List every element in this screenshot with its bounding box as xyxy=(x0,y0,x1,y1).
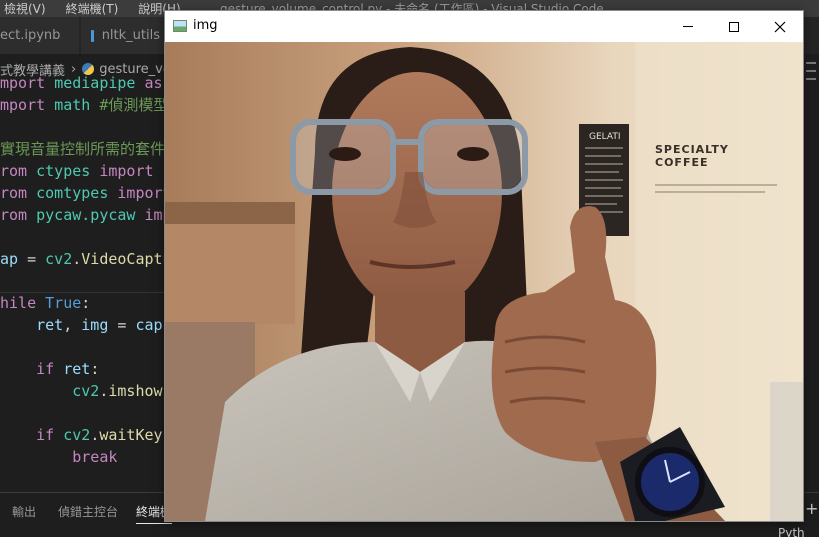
code-token: : xyxy=(90,360,100,378)
code-line[interactable]: if cv2.waitKey(1 xyxy=(0,424,181,446)
code-token: comtypes xyxy=(36,184,118,202)
code-token: rom xyxy=(0,184,37,202)
code-token: img xyxy=(81,316,118,334)
code-token: mport xyxy=(0,74,55,92)
gelati-board-title: GELATI xyxy=(589,132,621,142)
code-token: , xyxy=(63,316,82,334)
menu-item-view[interactable]: 檢視(V) xyxy=(0,0,56,17)
code-line[interactable]: 實現音量控制所需的套件 xyxy=(0,138,165,160)
close-button[interactable] xyxy=(757,11,803,42)
tab-label: nltk_utils xyxy=(101,28,160,43)
editor-divider xyxy=(0,292,170,293)
code-token: break xyxy=(72,448,118,466)
code-token: : xyxy=(81,294,91,312)
tab-ipynb[interactable]: ect.ipynb xyxy=(0,17,80,54)
code-token: math xyxy=(54,96,100,114)
code-token: 實現音量控制所需的套件 xyxy=(0,140,166,158)
code-token: cv2 xyxy=(63,426,91,444)
code-line[interactable]: if ret: xyxy=(0,358,99,380)
sign-text-specialty: SPECIALTY xyxy=(655,143,729,156)
code-line[interactable]: ap = cv2.VideoCaptu xyxy=(0,248,172,270)
code-token: VideoCaptu xyxy=(81,250,172,268)
maximize-button[interactable] xyxy=(711,11,757,42)
image-window-title: img xyxy=(193,18,218,33)
code-token: if xyxy=(36,426,64,444)
tab-nltk-utils[interactable]: nltk_utils xyxy=(81,17,171,54)
add-terminal-icon[interactable]: + xyxy=(805,499,818,518)
code-line[interactable]: rom pycaw.pycaw imp xyxy=(0,204,172,226)
code-line[interactable]: ret, img = cap.r xyxy=(0,314,181,336)
close-icon xyxy=(774,21,786,32)
shelf xyxy=(165,202,295,224)
code-token: cv2 xyxy=(45,250,73,268)
webcam-frame: GELATI SPECIALTY COFFEE xyxy=(165,42,803,521)
minimize-button[interactable] xyxy=(665,11,711,42)
code-token: cap xyxy=(135,316,163,334)
code-token: if xyxy=(36,360,64,378)
code-token: #偵測模型 xyxy=(99,96,169,114)
code-token: ret xyxy=(63,360,91,378)
code-line[interactable]: rom comtypes import xyxy=(0,182,172,204)
code-token: mport xyxy=(0,96,55,114)
image-window-titlebar[interactable]: img xyxy=(165,11,803,42)
menu-item-terminal[interactable]: 終端機(T) xyxy=(56,0,129,17)
code-token: ret xyxy=(36,316,64,334)
sign-text-coffee: COFFEE xyxy=(655,156,708,169)
app-icon xyxy=(173,20,187,32)
python-status[interactable]: Pyth xyxy=(778,526,805,537)
webcam-image: GELATI SPECIALTY COFFEE xyxy=(165,42,803,521)
code-token: pycaw.pycaw xyxy=(36,206,145,224)
code-token: = xyxy=(117,316,136,334)
code-token: mediapipe xyxy=(54,74,145,92)
opencv-image-window[interactable]: img GELATI SPECIALTY COFFEE xyxy=(164,10,804,522)
code-line[interactable]: hile True: xyxy=(0,292,90,314)
code-token: rom xyxy=(0,206,37,224)
python-file-icon xyxy=(91,29,94,42)
code-token: True xyxy=(45,294,82,312)
code-token: waitKey xyxy=(99,426,163,444)
gutter-mark xyxy=(806,62,816,64)
minimize-icon xyxy=(683,26,693,27)
code-line[interactable]: cv2.imshow(' xyxy=(0,380,180,402)
code-token: . xyxy=(72,250,82,268)
tab-label: ect.ipynb xyxy=(0,28,61,43)
maximize-icon xyxy=(729,21,739,32)
code-token: = xyxy=(27,250,46,268)
code-token: rom xyxy=(0,162,37,180)
code-line[interactable]: mport math #偵測模型 xyxy=(0,94,168,116)
code-token: import xyxy=(99,162,163,180)
code-token: cv2 xyxy=(72,382,100,400)
code-line[interactable]: mport mediapipe as xyxy=(0,72,172,94)
panel-tab-output[interactable]: 輸出 xyxy=(12,503,36,520)
code-token: hile xyxy=(0,294,46,312)
panel-tab-debug-console[interactable]: 偵錯主控台 xyxy=(58,503,118,520)
code-token: imshow xyxy=(108,382,163,400)
code-token: ctypes xyxy=(36,162,100,180)
code-token: . xyxy=(90,426,100,444)
code-line[interactable]: break xyxy=(0,446,117,468)
code-token: ap xyxy=(0,250,28,268)
code-line[interactable]: rom ctypes import c xyxy=(0,160,172,182)
